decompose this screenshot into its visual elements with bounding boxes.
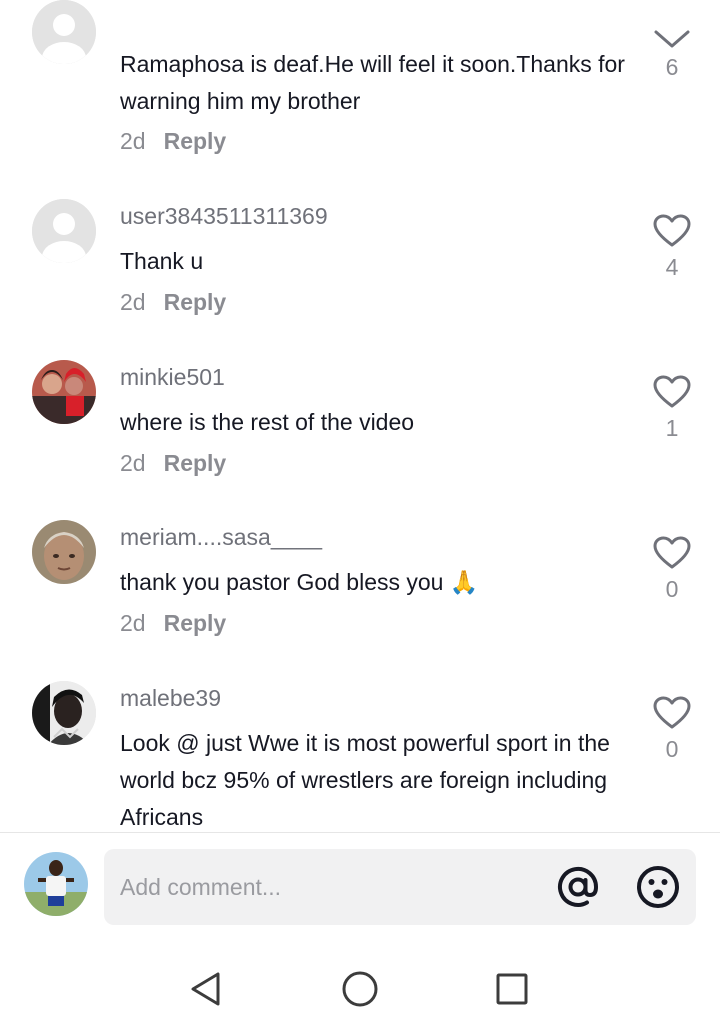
profile-photo bbox=[24, 852, 88, 916]
like-button[interactable]: 0 bbox=[650, 696, 694, 763]
close-icon[interactable] bbox=[652, 0, 692, 6]
default-avatar-icon bbox=[32, 199, 96, 263]
profile-photo bbox=[32, 681, 96, 745]
my-avatar bbox=[24, 852, 88, 916]
profile-photo bbox=[32, 520, 96, 584]
comment-text: where is the rest of the video bbox=[120, 409, 415, 435]
comment-text: Thank u bbox=[120, 248, 204, 274]
mention-button[interactable] bbox=[554, 863, 602, 911]
like-button[interactable]: 1 bbox=[650, 375, 694, 442]
heart-icon bbox=[653, 214, 691, 247]
commenter-avatar[interactable] bbox=[32, 681, 96, 745]
at-sign-icon bbox=[558, 866, 599, 907]
comment-text: Ramaphosa is deaf.He will feel it soon.T… bbox=[120, 51, 625, 114]
nav-home-button[interactable] bbox=[340, 969, 380, 1009]
comment-username[interactable]: malebe39 bbox=[120, 685, 221, 712]
reply-button[interactable]: Reply bbox=[164, 450, 227, 476]
comment-list[interactable]: Ramaphosa is deaf.He will feel it soon.T… bbox=[0, 0, 720, 832]
system-navigation-bar bbox=[0, 943, 720, 1028]
comment-text: Look @ just Wwe it is most powerful spor… bbox=[120, 730, 610, 830]
comment-age: 2d bbox=[120, 610, 146, 636]
like-count: 6 bbox=[665, 54, 679, 80]
comment-input[interactable] bbox=[120, 867, 540, 907]
commenter-avatar[interactable] bbox=[32, 199, 96, 263]
reply-button[interactable]: Reply bbox=[164, 128, 227, 154]
commenter-avatar[interactable] bbox=[32, 0, 96, 64]
heart-icon bbox=[653, 536, 691, 569]
like-count: 4 bbox=[665, 254, 679, 280]
nav-back-button[interactable] bbox=[186, 969, 226, 1009]
like-button[interactable]: 0 bbox=[650, 536, 694, 603]
comment-age: 2d bbox=[120, 289, 146, 315]
emoji-icon bbox=[637, 866, 679, 908]
square-recents-icon bbox=[496, 973, 528, 1005]
chevron-down-icon bbox=[654, 30, 690, 48]
comment-username[interactable]: minkie501 bbox=[120, 364, 225, 391]
commenter-avatar[interactable] bbox=[32, 360, 96, 424]
comment-input-box[interactable] bbox=[104, 849, 696, 925]
emoji-button[interactable] bbox=[634, 863, 682, 911]
profile-photo bbox=[32, 360, 96, 424]
like-count: 1 bbox=[665, 415, 679, 441]
comment-meta: 2d Reply bbox=[120, 450, 226, 477]
circle-home-icon bbox=[342, 971, 378, 1007]
like-button[interactable]: 4 bbox=[650, 214, 694, 281]
nav-recents-button[interactable] bbox=[492, 969, 532, 1009]
comment-meta: 2d Reply bbox=[120, 289, 226, 316]
reply-button[interactable]: Reply bbox=[164, 610, 227, 636]
reply-button[interactable]: Reply bbox=[164, 289, 227, 315]
comment-username[interactable]: user3843511311369 bbox=[120, 203, 328, 230]
heart-icon bbox=[653, 375, 691, 408]
comment-text: thank you pastor God bless you 🙏 bbox=[120, 569, 479, 595]
commenter-avatar[interactable] bbox=[32, 520, 96, 584]
comment-username[interactable]: meriam....sasa____ bbox=[120, 524, 322, 551]
comment-meta: 2d Reply bbox=[120, 128, 226, 155]
like-count: 0 bbox=[665, 736, 679, 762]
triangle-back-icon bbox=[191, 972, 220, 1006]
comment-meta: 2d Reply bbox=[120, 610, 226, 637]
collapse-replies-button[interactable]: 6 bbox=[650, 28, 694, 81]
comment-age: 2d bbox=[120, 450, 146, 476]
default-avatar-icon bbox=[32, 0, 96, 64]
like-count: 0 bbox=[665, 576, 679, 602]
heart-icon bbox=[653, 696, 691, 729]
comment-age: 2d bbox=[120, 128, 146, 154]
comment-composer bbox=[0, 833, 720, 943]
